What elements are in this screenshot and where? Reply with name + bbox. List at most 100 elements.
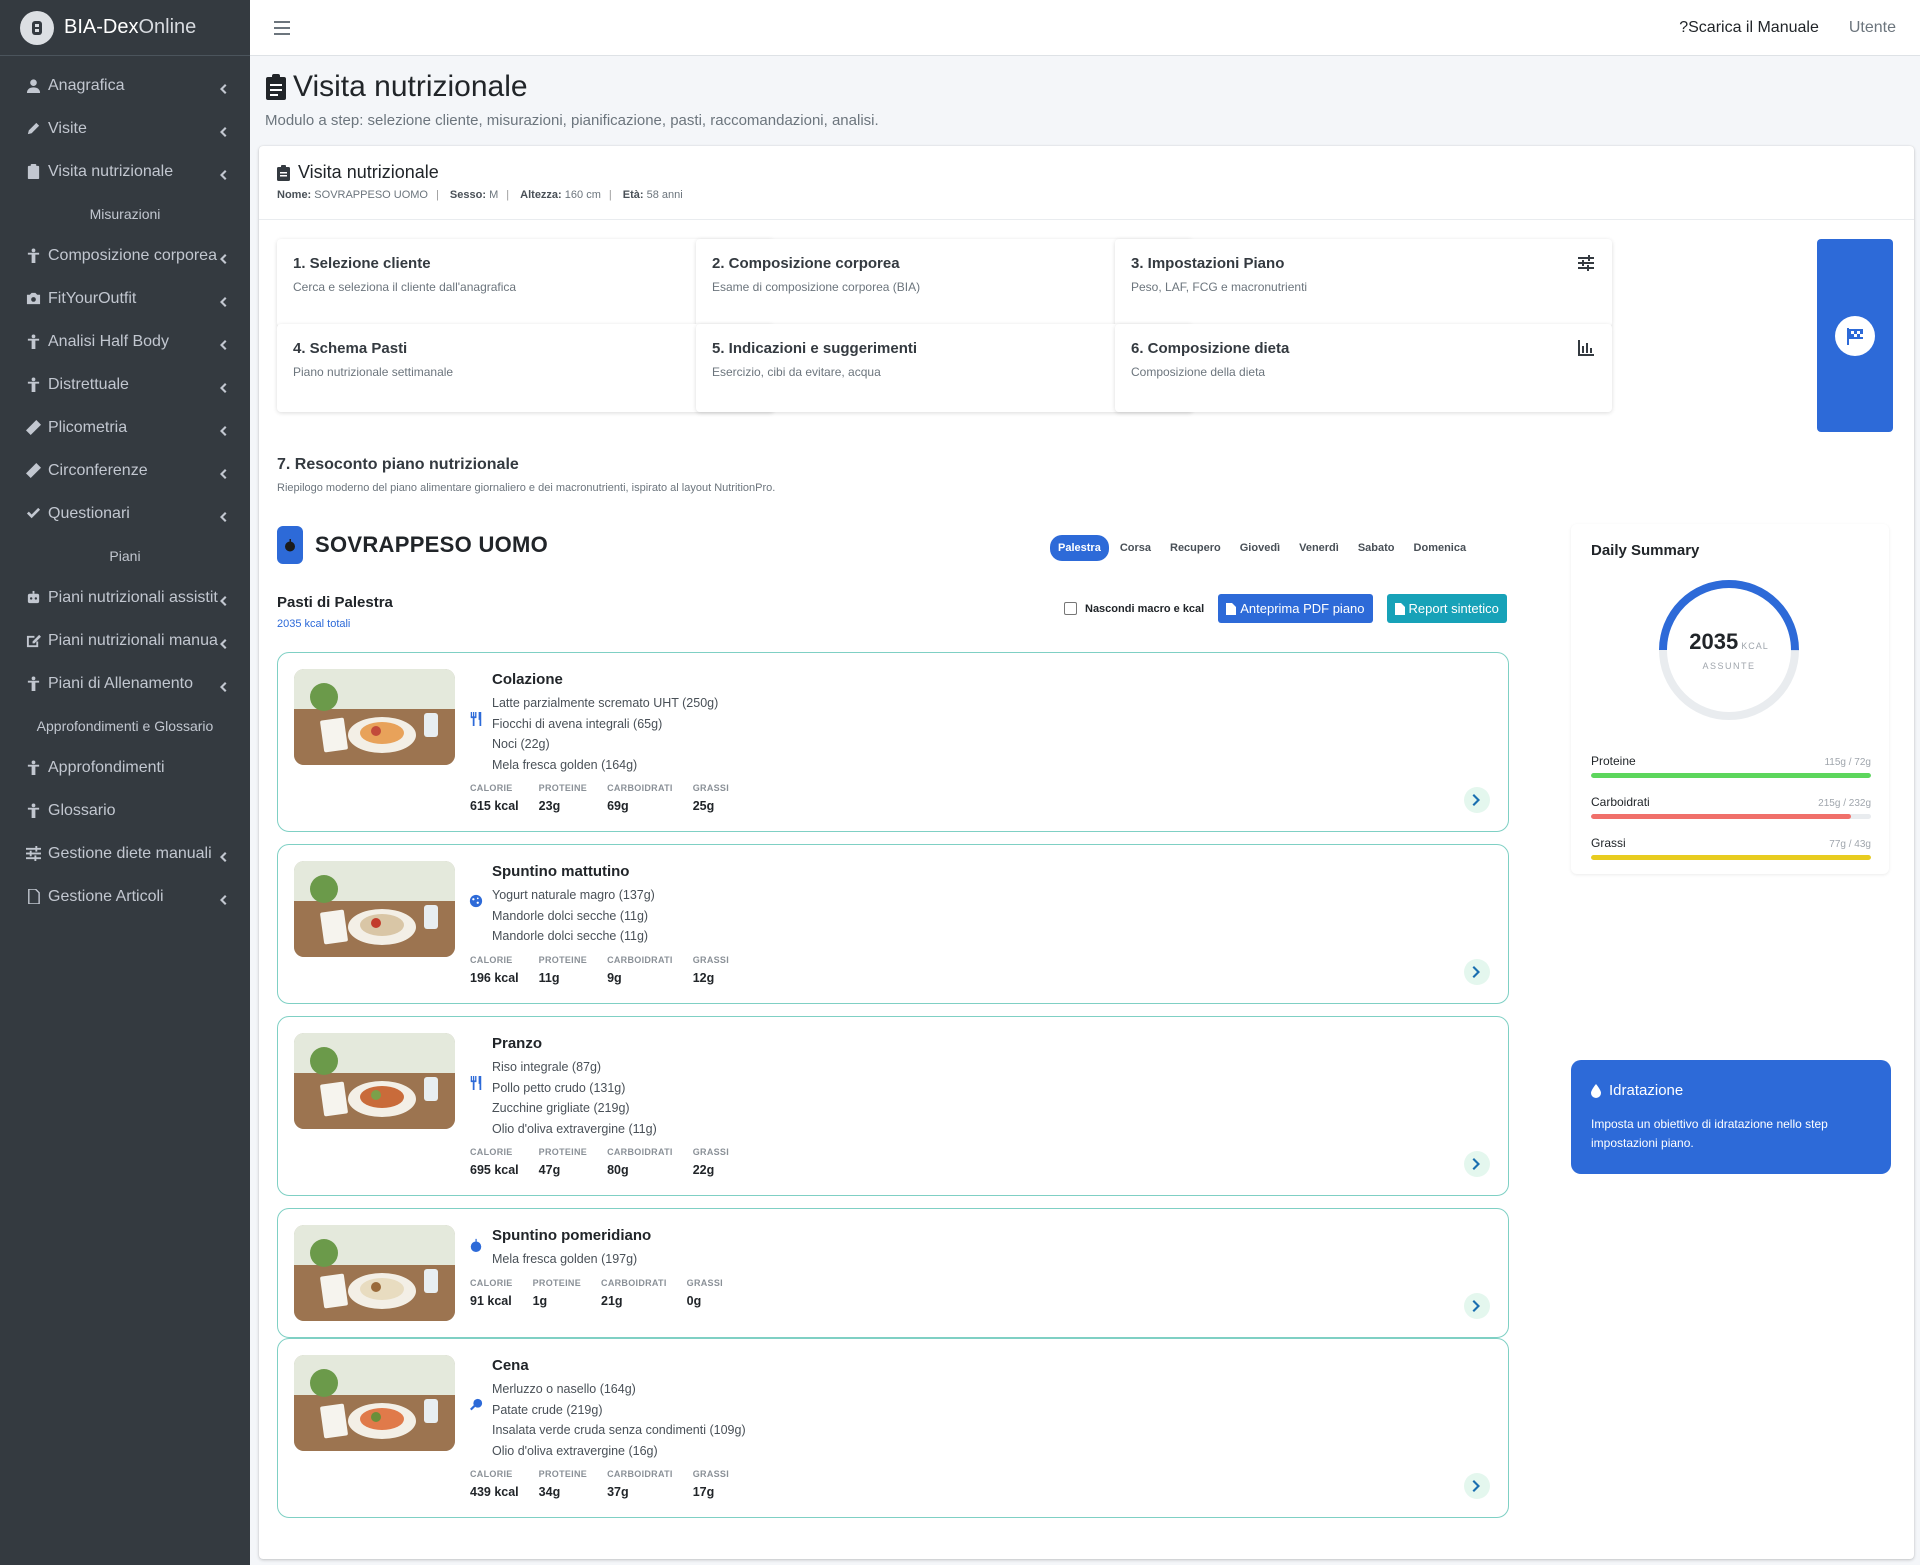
person-icon [24,248,42,263]
sidebar-item-plicometria[interactable]: Plicometria [0,406,250,449]
tab-corsa[interactable]: Corsa [1112,535,1159,561]
kcal-label: ASSUNTE [1702,661,1756,671]
fat-label: GRASSI [692,783,730,793]
hydration-card: Idratazione Imposta un obiettivo di idra… [1571,1060,1891,1174]
bar-chart-icon [1578,340,1594,356]
macro-bar-label: Proteine [1591,754,1636,768]
brand[interactable]: BIA-DexOnline [0,0,250,56]
person-icon [24,676,42,691]
apple-icon [277,526,303,564]
tab-domenica[interactable]: Domenica [1406,535,1475,561]
kcal-donut-chart: 2035 KCAL ASSUNTE [1657,578,1801,722]
macro-bar-value: 77g / 43g [1829,839,1871,850]
meal-title: Spuntino pomeridiano [492,1227,652,1244]
sidebar-item-piani-di-allenamento[interactable]: Piani di Allenamento [0,662,250,705]
drumstick-icon [469,1397,483,1413]
sidebar-item-visita-nutrizionale[interactable]: Visita nutrizionale [0,150,250,193]
droplet-icon [1591,1083,1601,1098]
meal-item: Zucchine grigliate (219g) [492,1101,630,1115]
report-button[interactable]: Report sintetico [1386,594,1507,623]
sidebar-item-piani-nutrizionali-manuali[interactable]: Piani nutrizionali manuali [0,619,250,662]
meals-total-kcal: 2035 kcal totali [277,618,351,630]
chevron-left-icon [218,849,228,862]
person-icon [24,760,42,775]
person-icon [24,377,42,392]
sidebar-item-fityouroutfit[interactable]: FitYourOutfit [0,277,250,320]
meal-card[interactable]: Colazione Latte parzialmente scremato UHT… [277,652,1509,832]
meal-item: Olio d'oliva extravergine (11g) [492,1121,657,1136]
ruler-icon [24,420,42,435]
step-card-6[interactable]: 6. Composizione dieta Composizione della … [1115,324,1612,412]
tab-gioved[interactable]: Giovedì [1232,535,1288,561]
step-title: 2. Composizione corporea [712,255,900,272]
chevron-right-icon[interactable] [1464,787,1490,813]
hide-macros-checkbox[interactable] [1064,602,1077,615]
carbs-label: CARBOIDRATI [607,783,673,793]
meal-controls: Nascondi macro e kcal Anteprima PDF pian… [1064,594,1507,623]
fat-label: GRASSI [692,1147,730,1157]
protein-value: 23g [538,799,561,813]
sidebar-item-gestione-diete-manuali[interactable]: Gestione diete manuali [0,832,250,875]
meal-card[interactable]: Pranzo Riso integrale (87g) Pollo petto cr… [277,1016,1509,1196]
carbs-value: 69g [607,799,629,813]
chevron-right-icon[interactable] [1464,959,1490,985]
macro-bar-grassi: Grassi 77g / 43g [1591,836,1871,860]
hydration-text: Imposta un obiettivo di idratazione nell… [1591,1117,1828,1150]
meal-item: Riso integrale (87g) [492,1060,602,1074]
meal-card[interactable]: Spuntino pomeridiano Mela fresca golden (… [277,1208,1509,1338]
file-pdf-icon [1226,602,1237,615]
tab-sabato[interactable]: Sabato [1350,535,1403,561]
meal-photo [294,861,455,957]
meal-item: Mandorle dolci secche (11g) [492,929,649,943]
meal-items: Riso integrale (87g) Pollo petto crudo (1… [492,1057,657,1139]
macro-bar-label: Grassi [1591,836,1626,850]
sidebar-item-distrettuale[interactable]: Distrettuale [0,363,250,406]
tab-recupero[interactable]: Recupero [1162,535,1229,561]
sidebar-item-approfondimenti[interactable]: Approfondimenti [0,746,250,789]
sidebar-item-analisi-half-body[interactable]: Analisi Half Body [0,320,250,363]
chevron-left-icon [218,380,228,393]
chevron-right-icon[interactable] [1464,1151,1490,1177]
protein-label: PROTEINE [532,1277,582,1288]
sidebar-item-piani-nutrizionali-assistiti[interactable]: Piani nutrizionali assistiti [0,576,250,619]
macro-bar-track [1591,773,1871,778]
step-title: 5. Indicazioni e suggerimenti [712,340,918,357]
pdf-preview-button[interactable]: Anteprima PDF piano [1218,594,1373,623]
sidebar-item-label: Piani nutrizionali manuali [48,631,218,649]
menu-toggle-icon[interactable] [274,20,290,35]
sidebar-item-label: FitYourOutfit [48,289,137,307]
tab-palestra[interactable]: Palestra [1050,535,1109,561]
meal-item: Mela fresca golden (197g) [492,1252,638,1266]
user-menu[interactable]: Utente [1849,19,1896,37]
sidebar-item-gestione-articoli[interactable]: Gestione Articoli [0,875,250,918]
chevron-right-icon[interactable] [1464,1473,1490,1499]
sidebar-item-anagrafica[interactable]: Anagrafica [0,64,250,107]
sidebar-item-glossario[interactable]: Glossario [0,789,250,832]
kcal-value: 2035 [1689,629,1739,654]
hide-macros-toggle[interactable]: Nascondi macro e kcal [1064,602,1204,615]
step-card-3[interactable]: 3. Impostazioni Piano Peso, LAF, FCG e ma… [1115,239,1612,327]
meal-card[interactable]: Cena Merluzzo o nasello (164g) Patate crud… [277,1338,1509,1518]
person-icon [24,803,42,818]
tab-venerd[interactable]: Venerdì [1291,535,1347,561]
sidebar-item-visite[interactable]: Visite [0,107,250,150]
macro-bar-value: 115g / 72g [1824,757,1871,768]
download-manual-link[interactable]: ?Scarica il Manuale [1679,19,1819,37]
sidebar-item-questionari[interactable]: Questionari [0,492,250,535]
apple-icon [469,1237,483,1253]
step-description: Cerca e seleziona il cliente dall'anagra… [293,280,517,294]
chevron-left-icon [218,636,228,649]
meal-photo [294,1355,455,1451]
client-row: SOVRAPPESO UOMO [277,526,548,564]
protein-label: PROTEINE [538,954,588,965]
macro-bar-fill [1591,814,1852,819]
chevron-right-icon[interactable] [1464,1293,1490,1319]
sidebar-item-composizione-corporea[interactable]: Composizione corporea [0,234,250,277]
ruler-icon [24,463,42,478]
meal-photo [294,669,455,765]
sidebar-item-circonferenze[interactable]: Circonferenze [0,449,250,492]
finish-step-card[interactable] [1817,239,1893,432]
meal-items: Mela fresca golden (197g) [492,1249,637,1270]
sliders-icon [1578,255,1594,271]
meal-card[interactable]: Spuntino mattutino Yogurt naturale magro … [277,844,1509,1004]
